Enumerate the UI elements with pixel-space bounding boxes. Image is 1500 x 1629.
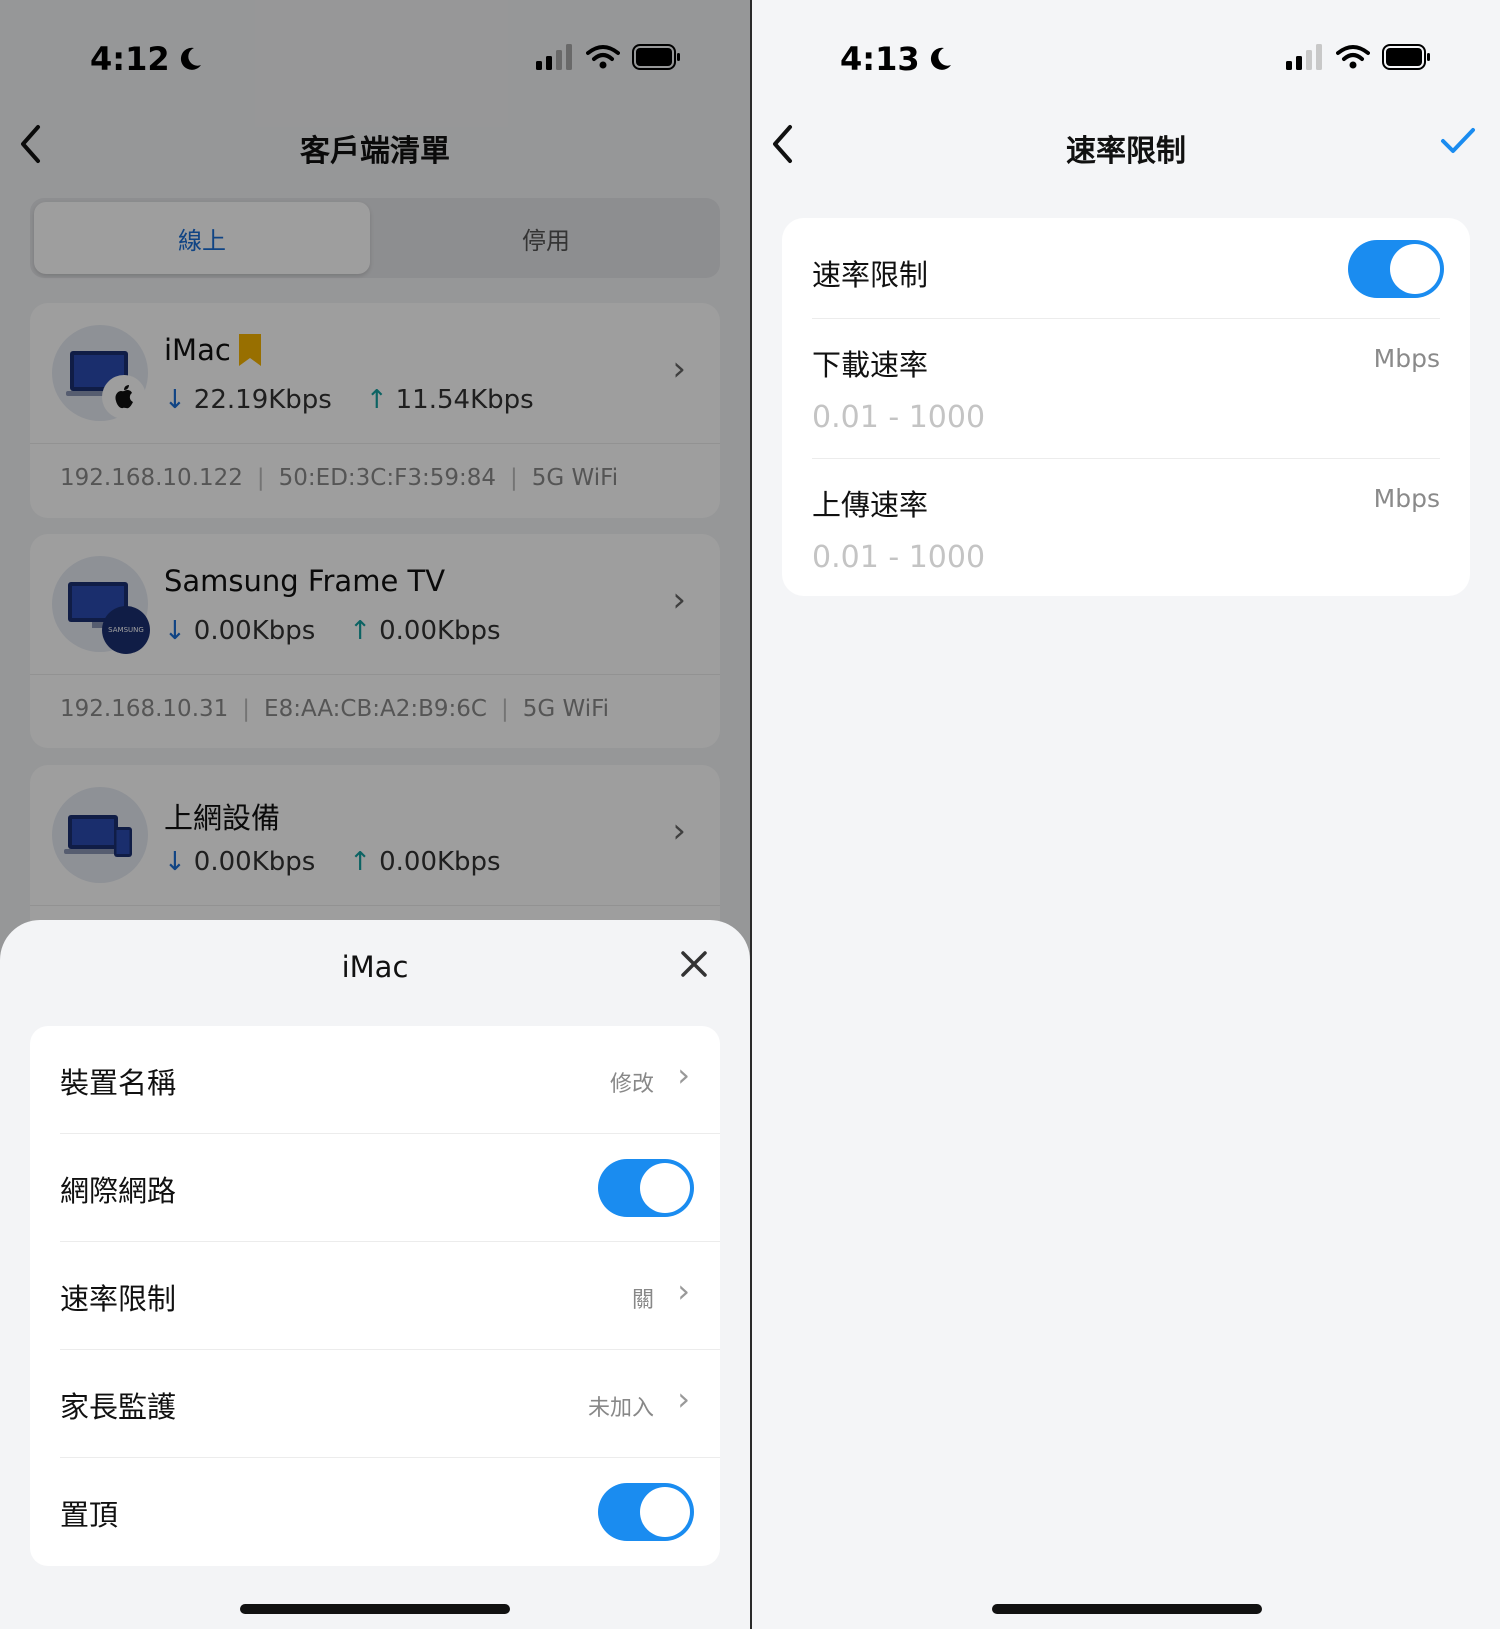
download-rate-unit: Mbps xyxy=(1373,344,1440,373)
row-divider xyxy=(812,458,1440,459)
row-internet: 網際網路 xyxy=(30,1134,720,1242)
rate-limit-toggle[interactable] xyxy=(1348,240,1444,298)
upload-rate-label: 上傳速率 xyxy=(812,488,929,522)
sheet-options-list: 裝置名稱 修改 › 網際網路 速率限制 關 › 家長監護 未加入 › 置頂 xyxy=(30,1026,720,1566)
row-value: 修改 xyxy=(609,1072,654,1097)
upload-rate-unit: Mbps xyxy=(1373,484,1440,513)
close-button[interactable] xyxy=(680,942,708,988)
check-icon xyxy=(1441,128,1475,153)
row-parental-control[interactable]: 家長監護 未加入 › xyxy=(30,1350,720,1458)
toggle-knob xyxy=(1390,244,1440,294)
row-rate-limit[interactable]: 速率限制 關 › xyxy=(30,1242,720,1350)
home-indicator[interactable] xyxy=(992,1604,1262,1614)
signal-icon xyxy=(1286,44,1322,70)
row-pin-top: 置頂 xyxy=(30,1458,720,1566)
chevron-right-icon: › xyxy=(677,1272,690,1310)
row-value: 關 xyxy=(631,1288,654,1313)
device-options-sheet: iMac 裝置名稱 修改 › 網際網路 速率限制 關 › 家長監護 未加入 › … xyxy=(0,920,750,1629)
pin-top-toggle[interactable] xyxy=(598,1483,694,1541)
download-rate-input[interactable]: 0.01 - 1000 xyxy=(812,400,985,435)
download-rate-label: 下載速率 xyxy=(812,348,929,382)
upload-rate-input[interactable]: 0.01 - 1000 xyxy=(812,540,985,575)
client-list-screen: 4:12 客戶端清單 線上 停用 iMac ↓ 22.19Kbps ↑ 11.5… xyxy=(0,0,750,1629)
row-label: 裝置名稱 xyxy=(60,1066,177,1100)
chevron-right-icon: › xyxy=(677,1056,690,1094)
page-title: 速率限制 xyxy=(1066,134,1186,169)
toggle-knob xyxy=(640,1163,690,1213)
row-label: 置頂 xyxy=(60,1498,119,1532)
confirm-button[interactable] xyxy=(1440,120,1476,166)
row-value: 未加入 xyxy=(587,1396,654,1421)
toggle-knob xyxy=(640,1487,690,1537)
row-label: 家長監護 xyxy=(60,1390,177,1424)
rate-limit-label: 速率限制 xyxy=(812,258,929,292)
close-icon xyxy=(681,951,707,977)
battery-icon xyxy=(1382,44,1430,70)
row-label: 網際網路 xyxy=(60,1174,177,1208)
status-bar-icons xyxy=(1286,44,1432,70)
rate-limit-card: 速率限制 下載速率 Mbps 0.01 - 1000 上傳速率 Mbps 0.0… xyxy=(782,218,1470,596)
row-label: 速率限制 xyxy=(60,1282,177,1316)
status-time-text: 4:13 xyxy=(840,40,920,78)
moon-icon xyxy=(930,47,951,70)
home-indicator[interactable] xyxy=(240,1604,510,1614)
internet-toggle[interactable] xyxy=(598,1159,694,1217)
chevron-right-icon: › xyxy=(677,1380,690,1418)
rate-limit-screen: 4:13 速率限制 速率限制 下載速率 Mbps 0.01 - 1000 上傳速… xyxy=(752,0,1500,1629)
row-divider xyxy=(812,318,1440,319)
sheet-title: iMac xyxy=(341,950,409,984)
status-bar-time: 4:13 xyxy=(840,40,954,78)
wifi-icon xyxy=(1336,45,1370,69)
row-device-name[interactable]: 裝置名稱 修改 › xyxy=(30,1026,720,1134)
